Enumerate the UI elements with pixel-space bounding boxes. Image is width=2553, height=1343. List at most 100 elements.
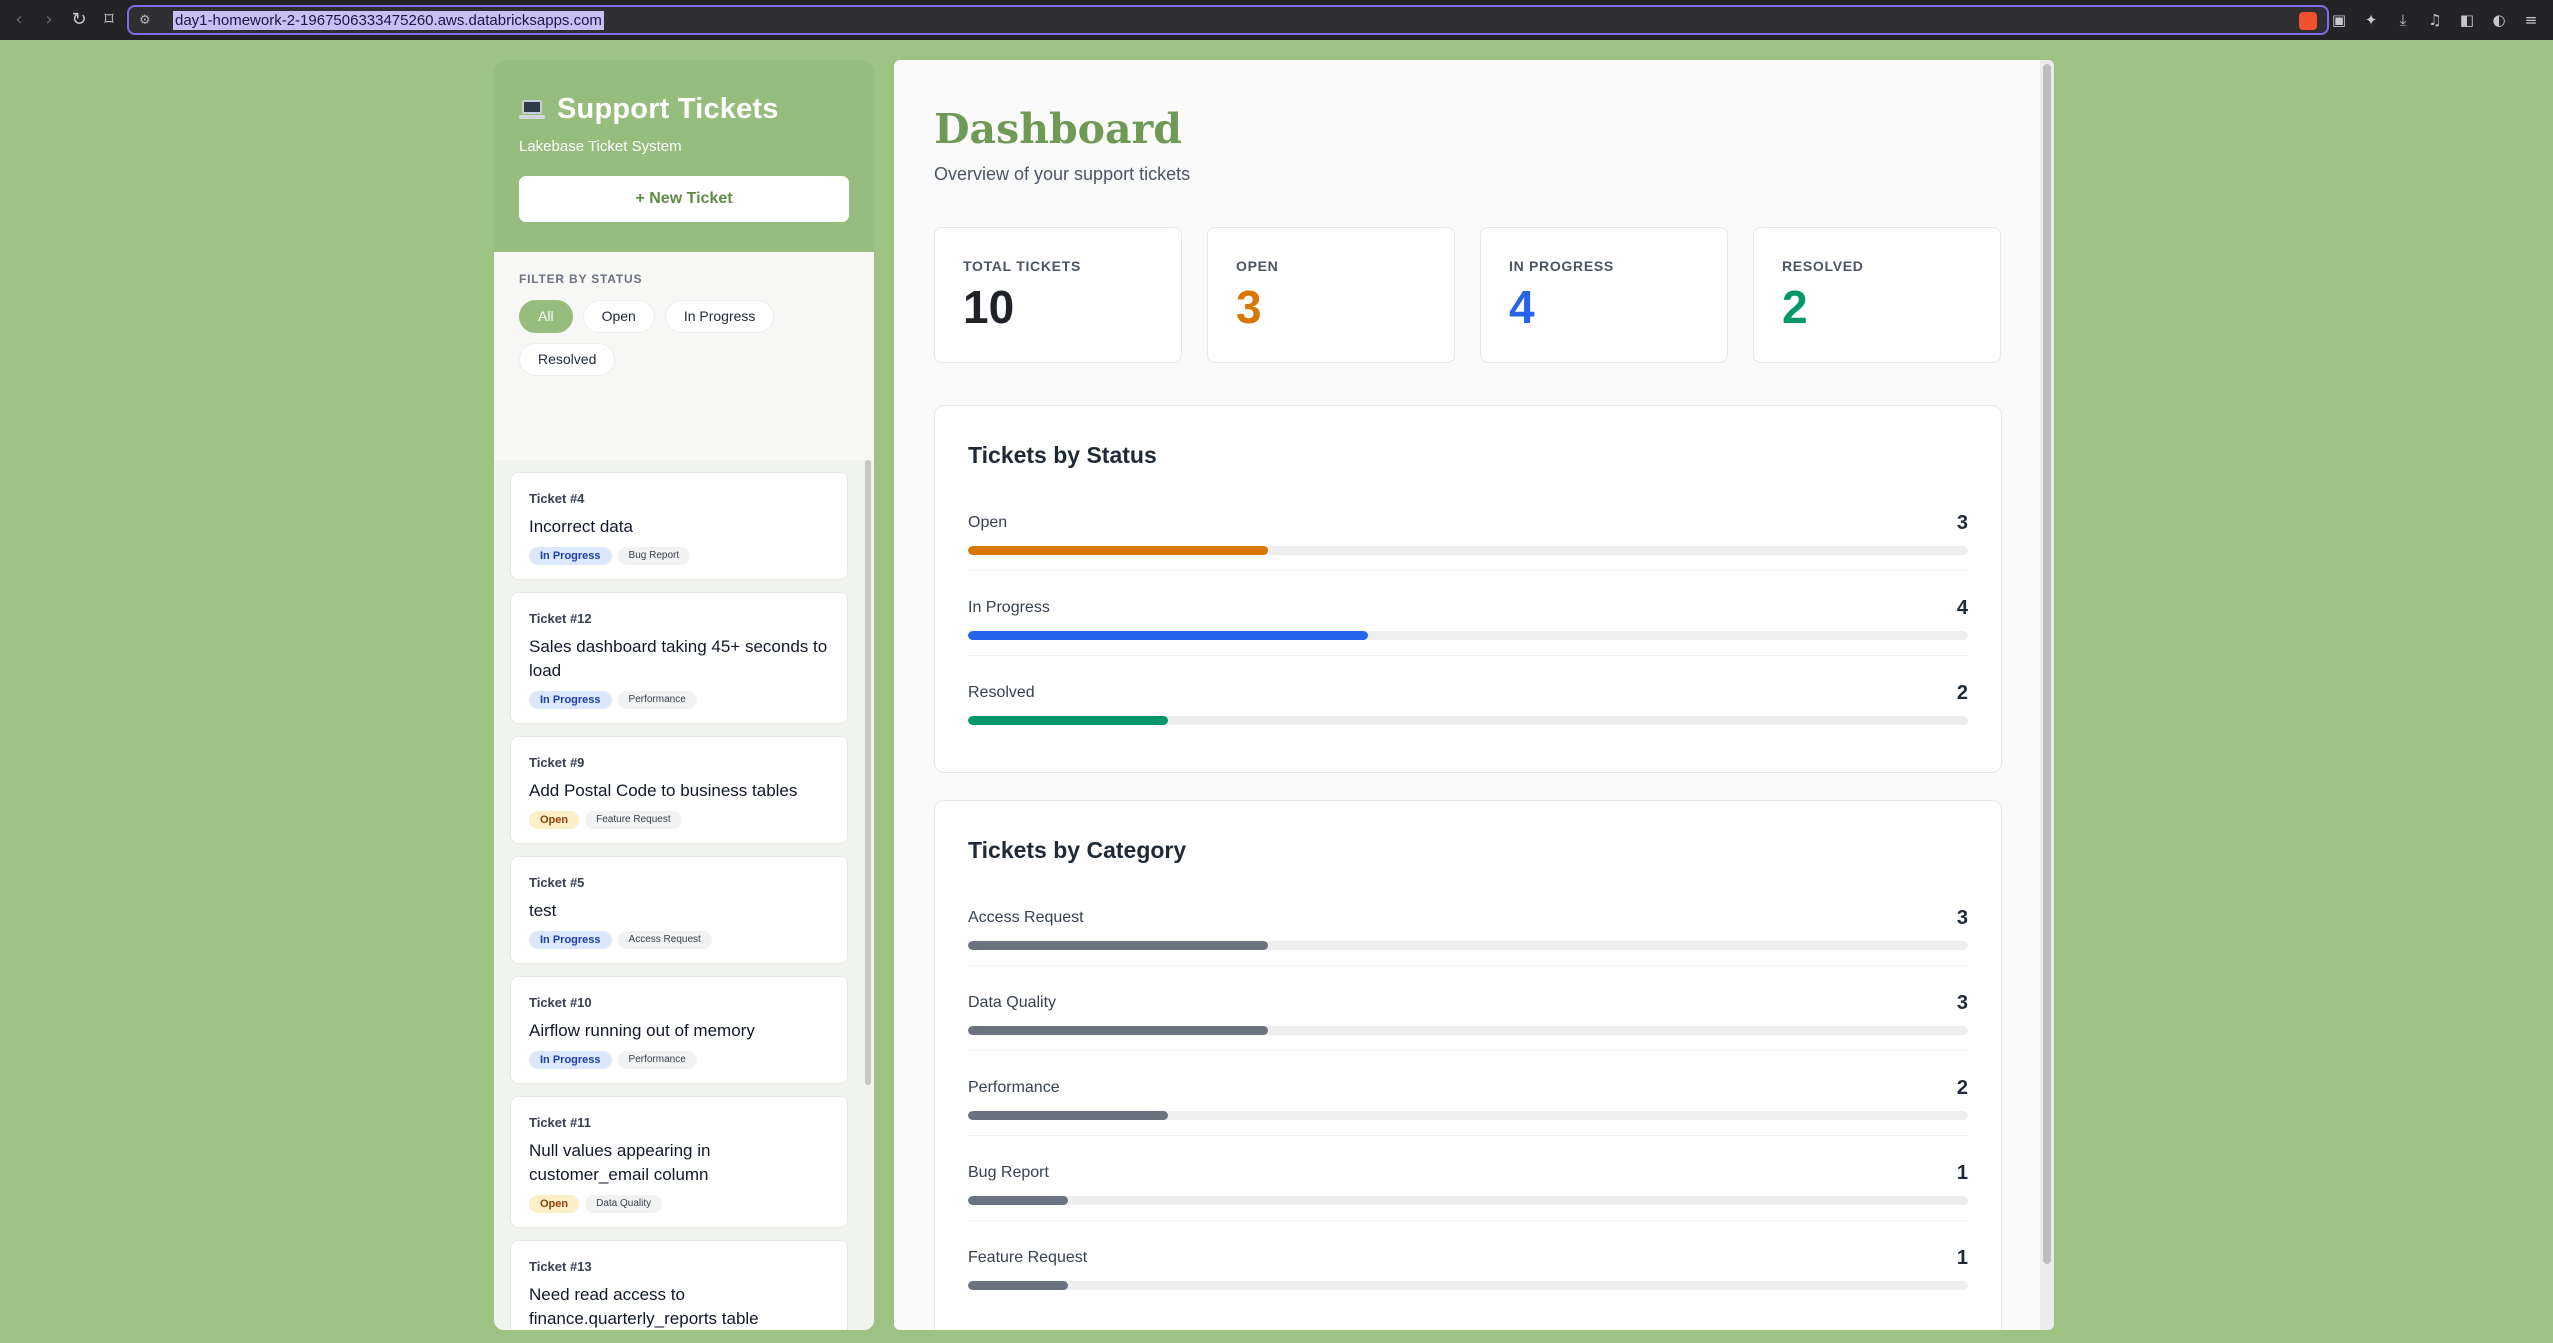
stat-card-open: OPEN 3 xyxy=(1207,227,1455,363)
stat-value: 3 xyxy=(1236,281,1262,333)
ticket-title: Sales dashboard taking 45+ seconds to lo… xyxy=(529,637,828,680)
ticket-sidebar: Support Tickets Lakebase Ticket System +… xyxy=(494,60,874,1330)
breakdown-label: Performance xyxy=(968,1079,1060,1096)
ticket-card[interactable]: Ticket #10 Airflow running out of memory I… xyxy=(510,976,848,1084)
filter-chip-open[interactable]: Open xyxy=(582,300,655,333)
breakdown-row: Bug Report 1 xyxy=(968,1162,1968,1221)
dashboard-scroll-thumb[interactable] xyxy=(2043,64,2051,1264)
filter-chip-resolved[interactable]: Resolved xyxy=(519,343,616,376)
ticket-title: Incorrect data xyxy=(529,517,633,536)
stat-label: TOTAL TICKETS xyxy=(963,258,1081,274)
stat-value: 2 xyxy=(1782,281,1808,333)
breakdown-label: In Progress xyxy=(968,599,1050,616)
breakdown-label: Open xyxy=(968,514,1008,531)
extensions-icon[interactable]: ✦ xyxy=(2361,10,2381,30)
category-badge: Access Request xyxy=(617,931,712,949)
ticket-id: Ticket #10 xyxy=(529,995,592,1010)
category-badge: Feature Request xyxy=(585,811,682,829)
site-info-icon[interactable]: ⚙ xyxy=(139,13,157,28)
ticket-card[interactable]: Ticket #5 test In Progress Access Request xyxy=(510,856,848,964)
filter-chip-all[interactable]: All xyxy=(519,300,573,333)
progress-track xyxy=(968,941,1968,950)
status-filter: FILTER BY STATUS All Open In Progress Re… xyxy=(494,252,874,402)
ticket-card[interactable]: Ticket #11 Null values appearing in custo… xyxy=(510,1096,848,1228)
ticket-title: Null values appearing in customer_email … xyxy=(529,1141,711,1184)
ticket-id: Ticket #12 xyxy=(529,611,592,626)
breakdown-label: Resolved xyxy=(968,684,1035,701)
breakdown-row: Performance 2 xyxy=(968,1076,1968,1136)
category-badge: Data Quality xyxy=(585,1195,663,1213)
breakdown-count: 1 xyxy=(1956,1246,1968,1269)
forward-icon[interactable]: › xyxy=(38,9,60,31)
progress-fill xyxy=(968,1026,1268,1035)
status-breakdown-panel: Tickets by Status Open 3 In Progress 4 Resol… xyxy=(934,405,2002,773)
breakdown-row: Open 3 xyxy=(968,511,1968,571)
ticket-list: Ticket #4 Incorrect data In Progress Bug Re… xyxy=(494,460,874,1330)
stat-card-resolved: RESOLVED 2 xyxy=(1753,227,2001,363)
dashboard-panel: Dashboard Overview of your support ticke… xyxy=(894,60,2054,1330)
stat-label: OPEN xyxy=(1236,258,1279,274)
stat-value: 4 xyxy=(1509,281,1535,333)
ticket-card[interactable]: Ticket #9 Add Postal Code to business tab… xyxy=(510,736,848,844)
url-text[interactable]: day1-homework-2-1967506333475260.aws.dat… xyxy=(173,10,604,30)
breakdown-row: Data Quality 3 xyxy=(968,992,1968,1051)
status-badge: Open xyxy=(529,811,580,829)
brave-shields-icon[interactable] xyxy=(2299,12,2317,30)
ticket-title: Need read access to finance.quarterly_re… xyxy=(529,1285,759,1328)
breakdown-row: Feature Request 1 xyxy=(968,1246,1968,1290)
row-divider xyxy=(968,1050,1968,1051)
status-panel-title: Tickets by Status xyxy=(968,442,1157,468)
progress-track xyxy=(968,716,1968,725)
breakdown-label: Feature Request xyxy=(968,1249,1088,1266)
breakdown-count: 2 xyxy=(1956,1076,1968,1099)
category-badge: Performance xyxy=(617,1051,697,1069)
address-bar[interactable]: ⚙ day1-homework-2-1967506333475260.aws.d… xyxy=(127,5,2329,35)
ticket-card[interactable]: Ticket #12 Sales dashboard taking 45+ sec… xyxy=(510,592,848,724)
row-divider xyxy=(968,1135,1968,1136)
stat-label: RESOLVED xyxy=(1782,258,1864,274)
sidebar-header: Support Tickets Lakebase Ticket System +… xyxy=(494,60,874,252)
progress-fill xyxy=(968,1281,1068,1290)
menu-icon[interactable]: ≡ xyxy=(2521,10,2541,30)
wallet-icon[interactable]: ▣ xyxy=(2329,10,2349,30)
progress-fill xyxy=(968,1111,1168,1120)
filter-label: FILTER BY STATUS xyxy=(519,272,643,286)
sidebar-subtitle: Lakebase Ticket System xyxy=(519,138,682,155)
stat-label: IN PROGRESS xyxy=(1509,258,1614,274)
status-badge: In Progress xyxy=(529,547,612,565)
ticket-list-scroll-thumb[interactable] xyxy=(865,460,871,1085)
breakdown-count: 3 xyxy=(1956,511,1968,534)
filter-chip-in-progress[interactable]: In Progress xyxy=(664,300,775,333)
category-badge: Bug Report xyxy=(617,547,691,565)
ticket-card[interactable]: Ticket #4 Incorrect data In Progress Bug Re… xyxy=(510,472,848,580)
profile-icon[interactable]: ◐ xyxy=(2489,10,2509,30)
status-badge: In Progress xyxy=(529,931,612,949)
breakdown-row: Resolved 2 xyxy=(968,682,1968,725)
bookmark-icon[interactable]: ⌑ xyxy=(98,9,120,31)
ticket-id: Ticket #9 xyxy=(529,755,585,770)
breakdown-row: In Progress 4 xyxy=(968,597,1968,656)
ticket-title: Add Postal Code to business tables xyxy=(529,781,798,800)
progress-fill xyxy=(968,716,1168,725)
new-ticket-button[interactable]: + New Ticket xyxy=(519,176,849,222)
status-badge: In Progress xyxy=(529,1051,612,1069)
progress-track xyxy=(968,1026,1968,1035)
progress-track xyxy=(968,546,1968,555)
download-icon[interactable]: ⤓ xyxy=(2393,10,2413,30)
back-icon[interactable]: ‹ xyxy=(8,9,30,31)
stat-value: 10 xyxy=(963,281,1015,333)
progress-track xyxy=(968,1196,1968,1205)
sidebar-toggle-icon[interactable]: ◧ xyxy=(2457,10,2477,30)
progress-track xyxy=(968,631,1968,640)
page-title: Dashboard xyxy=(934,105,1182,153)
reload-icon[interactable]: ↻ xyxy=(68,9,90,31)
row-divider xyxy=(968,965,1968,966)
row-divider xyxy=(968,1220,1968,1221)
progress-fill xyxy=(968,1196,1068,1205)
progress-track xyxy=(968,1111,1968,1120)
ticket-card[interactable]: Ticket #13 Need read access to finance.qu… xyxy=(510,1240,848,1330)
ticket-id: Ticket #11 xyxy=(529,1115,591,1130)
progress-fill xyxy=(968,546,1268,555)
media-icon[interactable]: ♫ xyxy=(2425,10,2445,30)
status-badge: In Progress xyxy=(529,691,612,709)
